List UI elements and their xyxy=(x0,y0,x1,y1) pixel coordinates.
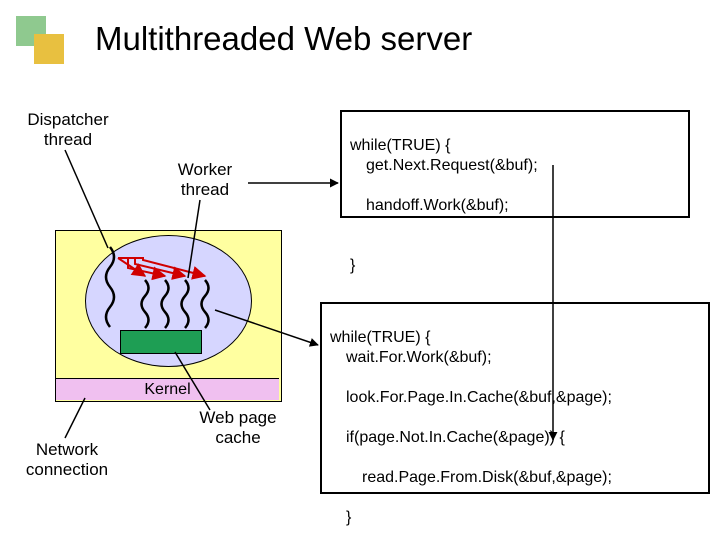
label-dispatcher: Dispatcherthread xyxy=(18,110,118,149)
code-line: handoff.Work(&buf); xyxy=(350,196,680,216)
code-line: look.For.Page.In.Cache(&buf,&page); xyxy=(330,388,700,408)
kernel-bar: Kernel xyxy=(56,378,279,400)
label-webpagecache: Web pagecache xyxy=(183,408,293,447)
title-accent-yellow xyxy=(34,34,64,64)
code-worker: while(TRUE) { wait.For.Work(&buf); look.… xyxy=(320,302,710,494)
webpage-cache-box xyxy=(120,330,202,354)
code-line: } xyxy=(330,508,700,528)
label-worker: Workerthread xyxy=(165,160,245,199)
code-dispatcher: while(TRUE) { get.Next.Request(&buf); ha… xyxy=(340,110,690,218)
code-line: wait.For.Work(&buf); xyxy=(330,348,700,368)
code-line: while(TRUE) { xyxy=(350,137,450,154)
label-network: Networkconnection xyxy=(12,440,122,479)
slide-title: Multithreaded Web server xyxy=(95,20,472,58)
code-line: get.Next.Request(&buf); xyxy=(350,156,680,176)
code-line: if(page.Not.In.Cache(&page)) { xyxy=(330,428,700,448)
code-line: read.Page.From.Disk(&buf,&page); xyxy=(330,468,700,488)
code-line: while(TRUE) { xyxy=(330,329,430,346)
code-line: } xyxy=(350,257,355,274)
connector-network xyxy=(65,398,85,438)
slide: Multithreaded Web server Dispatcherthrea… xyxy=(0,0,720,540)
